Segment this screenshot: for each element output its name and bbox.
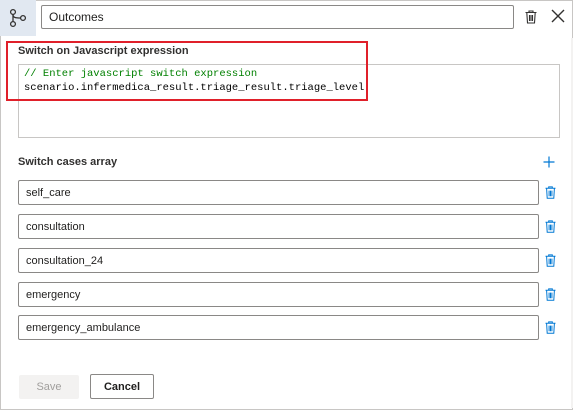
case-value-input[interactable] [18, 214, 539, 239]
editor-comment-line: // Enter javascript switch expression [24, 68, 258, 80]
case-row [18, 282, 559, 307]
plus-icon[interactable] [540, 153, 558, 171]
node-title-input[interactable] [41, 5, 514, 29]
dialog-header [0, 0, 573, 36]
case-row [18, 315, 559, 340]
case-value-input[interactable] [18, 282, 539, 307]
trash-icon[interactable] [542, 251, 558, 269]
close-icon[interactable] [547, 5, 569, 27]
case-value-input[interactable] [18, 180, 539, 205]
cancel-button[interactable]: Cancel [90, 374, 154, 399]
expression-label: Switch on Javascript expression [18, 45, 189, 57]
dialog-frame [0, 0, 573, 410]
cases-label: Switch cases array [18, 156, 118, 168]
trash-icon[interactable] [542, 217, 558, 235]
trash-icon[interactable] [542, 318, 558, 336]
save-button[interactable]: Save [19, 375, 79, 399]
case-value-input[interactable] [18, 315, 539, 340]
trash-icon[interactable] [542, 183, 558, 201]
expression-editor[interactable]: // Enter javascript switch expression sc… [18, 64, 560, 138]
case-row [18, 214, 559, 239]
trash-icon[interactable] [521, 6, 541, 28]
trash-icon[interactable] [542, 285, 558, 303]
case-value-input[interactable] [18, 248, 539, 273]
branch-icon [0, 0, 36, 36]
case-row [18, 248, 559, 273]
case-row [18, 180, 559, 205]
editor-code-line: scenario.infermedica_result.triage_resul… [24, 82, 365, 94]
